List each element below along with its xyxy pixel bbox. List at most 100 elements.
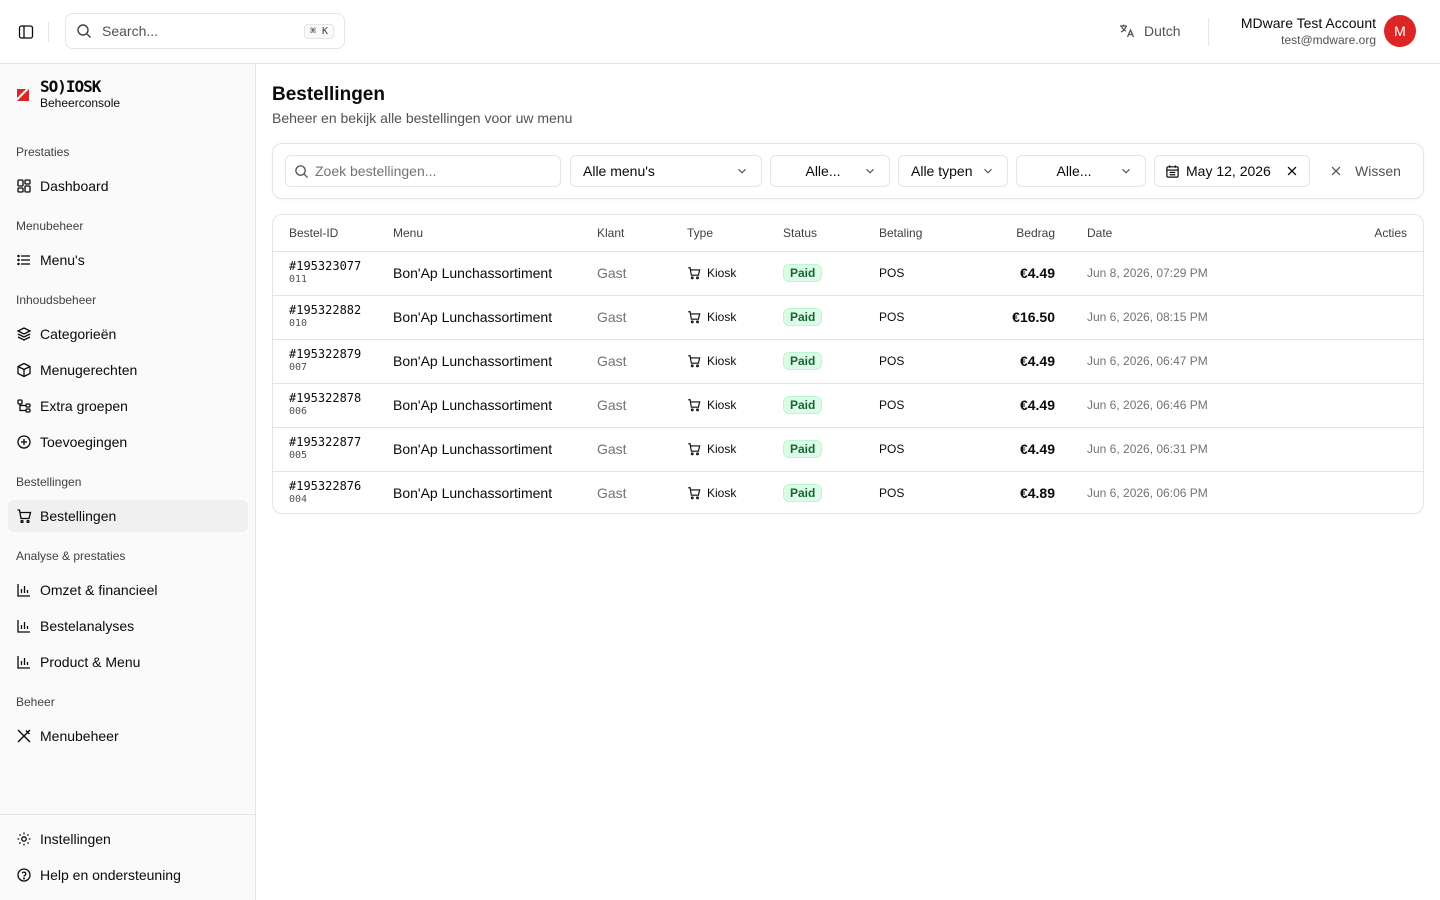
cart-icon [687,310,701,324]
sidebar-item-settings[interactable]: Instellingen [8,823,247,855]
order-amount: €4.49 [975,427,1071,472]
status-filter-select[interactable]: Alle... [770,155,890,187]
chevron-down-icon [1119,164,1133,178]
order-payment: POS [879,383,975,428]
order-menu: Bon'Ap Lunchassortiment [393,295,597,340]
sidebar: SO)IOSK Beheerconsole Prestaties Dashboa… [0,64,256,900]
layers-icon [16,327,32,341]
sidebar-item-product-menu[interactable]: Product & Menu [8,646,248,678]
user-name: MDware Test Account [1240,15,1376,31]
table-row[interactable]: #195322877 005 Bon'Ap Lunchassortiment Ga… [273,427,1423,472]
menu-filter-select[interactable]: Alle menu's [570,155,762,187]
order-actions[interactable] [1291,251,1423,296]
column-header[interactable]: Type [687,215,783,252]
orders-table: Bestel-ID Menu Klant Type Status Betalin… [272,214,1424,514]
column-header[interactable]: Status [783,215,879,252]
date-filter-button[interactable]: May 12, 2026 [1154,155,1310,187]
table-row[interactable]: #195322879 007 Bon'Ap Lunchassortiment Ga… [273,339,1423,384]
column-header[interactable]: Bestel-ID [273,215,393,252]
sidebar-item-label: Bestellingen [40,508,117,524]
sidebar-item-menu-management[interactable]: Menubeheer [8,720,248,752]
order-type: Kiosk [687,398,783,412]
dashboard-icon [17,179,31,193]
sidebar-item-menu-dishes[interactable]: Menugerechten [8,354,248,386]
sidebar-item-extra-groups[interactable]: Extra groepen [8,390,248,422]
order-actions[interactable] [1291,471,1423,513]
sidebar-item-menus[interactable]: Menu's [8,244,248,276]
status-badge: Paid [783,396,823,414]
order-customer: Gast [597,295,687,340]
menu-filter-value: Alle menu's [583,163,655,179]
order-amount: €4.89 [1019,485,1055,502]
order-type-label: Kiosk [707,442,737,456]
payment-filter-select[interactable]: Alle... [1016,155,1146,187]
sidebar-nav: Prestaties Dashboard Menubeheer Menu's I… [8,134,248,756]
order-amount: €4.49 [975,339,1071,384]
user-info[interactable]: MDware Test Account test@mdware.org [1241,14,1376,48]
global-search-placeholder: Search... [102,23,159,39]
order-type: Kiosk [687,266,783,280]
order-date: Jun 6, 2026, 06:31 PM [1071,427,1291,472]
table-row[interactable]: #195322882 010 Bon'Ap Lunchassortiment Ga… [273,295,1423,340]
table-row[interactable]: #195323077 011 Bon'Ap Lunchassortiment Ga… [273,251,1423,296]
search-icon [76,23,92,39]
bar-chart-icon [17,656,30,669]
column-header[interactable]: Menu [393,215,597,252]
order-payment: POS [879,295,975,340]
sidebar-item-revenue[interactable]: Omzet & financieel [8,574,248,606]
table-row[interactable]: #195322876 004 Bon'Ap Lunchassortiment Ga… [273,471,1423,513]
sidebar-item-categories[interactable]: Categorieën [8,318,248,350]
order-date: Jun 6, 2026, 06:47 PM [1071,339,1291,384]
column-header[interactable]: Klant [597,215,687,252]
column-header[interactable]: Bedrag [975,215,1071,252]
nav-group-label: Inhoudsbeheer [16,293,97,307]
order-date: Jun 6, 2026, 08:15 PM [1071,295,1291,340]
brand-wordmark: SO)IOSK [40,77,101,96]
order-type-label: Kiosk [707,398,737,412]
order-search-input[interactable]: Zoek bestellingen... [285,155,561,187]
global-search-input[interactable]: Search... ⌘ K [65,13,345,49]
table-row[interactable]: #195322878 006 Bon'Ap Lunchassortiment Ga… [273,383,1423,428]
bar-chart-icon [17,584,30,597]
order-actions[interactable] [1291,427,1423,472]
chevron-down-icon [981,164,995,178]
sidebar-item-additions[interactable]: Toevoegingen [8,426,248,458]
logo-icon [16,88,32,104]
sidebar-item-dashboard[interactable]: Dashboard [8,170,248,202]
sidebar-item-order-analytics[interactable]: Bestelanalyses [8,610,248,642]
order-customer: Gast [597,339,687,384]
order-payment: POS [879,427,975,472]
tree-icon [17,399,31,413]
sidebar-item-label: Dashboard [40,178,109,194]
order-id: #195322879 [289,347,362,361]
order-id: #195323077 [289,259,362,273]
type-filter-select[interactable]: Alle typen [898,155,1008,187]
column-header: Acties [1291,215,1423,252]
cart-icon [687,266,701,280]
language-label: Dutch [1144,23,1181,39]
language-switcher[interactable]: Dutch [1118,22,1181,40]
sidebar-item-label: Product & Menu [40,654,141,670]
sidebar-toggle-icon[interactable] [16,22,36,42]
brand-logo[interactable]: SO)IOSK Beheerconsole [16,78,120,110]
clear-filters-button[interactable]: Wissen [1318,155,1418,187]
sidebar-item-label: Categorieën [40,326,117,342]
clear-date-icon[interactable] [1285,164,1299,178]
order-actions[interactable] [1291,295,1423,340]
search-shortcut-hint: ⌘ K [303,23,334,39]
sidebar-item-help[interactable]: Help en ondersteuning [8,859,247,891]
utensils-icon [17,729,31,743]
order-actions[interactable] [1291,383,1423,428]
order-actions[interactable] [1291,339,1423,384]
order-menu: Bon'Ap Lunchassortiment [393,485,553,502]
sidebar-item-orders[interactable]: Bestellingen [8,500,248,532]
type-filter-value: Alle typen [911,163,973,179]
order-sequence: 010 [289,318,308,329]
column-header[interactable]: Date [1071,215,1291,252]
order-amount: €16.50 [975,295,1071,340]
column-header[interactable]: Betaling [879,215,975,252]
sidebar-item-label: Instellingen [40,831,111,847]
avatar[interactable]: M [1384,15,1416,47]
status-badge: Paid [783,440,823,458]
translate-icon [1118,22,1136,40]
